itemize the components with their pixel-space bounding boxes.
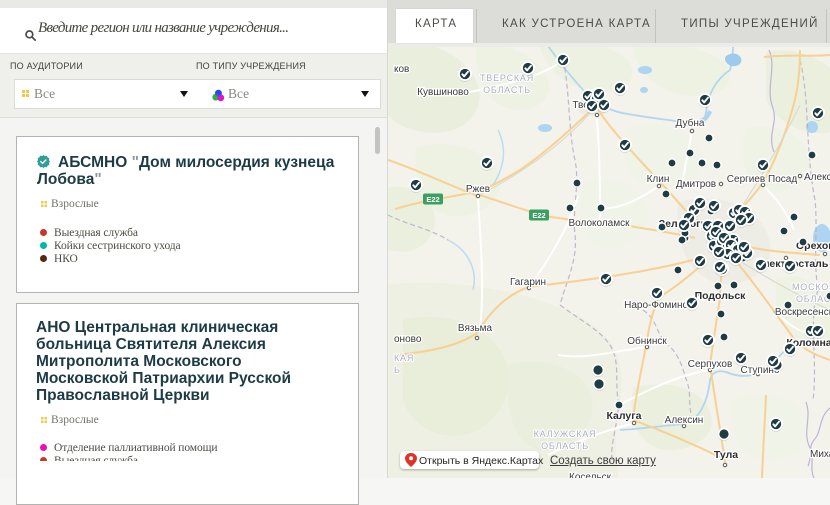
svg-text:Подольск: Подольск [695, 290, 747, 302]
svg-text:Ржев: Ржев [466, 184, 490, 195]
svg-text:Дмитров: Дмитров [676, 179, 716, 190]
svg-text:ОБЛАСТЬ: ОБЛАСТЬ [796, 294, 830, 304]
svg-text:Вязьма: Вязьма [458, 323, 493, 334]
svg-text:Сергиев Посад: Сергиев Посад [727, 174, 798, 185]
svg-text:Алексин: Алексин [665, 415, 704, 426]
svg-text:оново: оново [394, 334, 422, 345]
svg-text:КАЛУЖСКАЯ: КАЛУЖСКАЯ [534, 429, 597, 439]
svg-text:МОСКОВСКАЯ: МОСКОВСКАЯ [792, 282, 830, 292]
svg-text:Ь: Ь [394, 365, 401, 375]
svg-text:Серпухов: Серпухов [688, 359, 733, 370]
svg-text:Косельск: Косельск [569, 472, 612, 478]
svg-text:Калуга: Калуга [607, 410, 642, 422]
svg-text:Наро-Фоминск: Наро-Фоминск [624, 300, 692, 311]
svg-text:Обнинск: Обнинск [627, 335, 667, 347]
svg-text:E22: E22 [426, 195, 439, 204]
svg-text:ков: ков [394, 64, 409, 75]
svg-text:Кувшиново: Кувшиново [417, 87, 469, 98]
svg-text:Волоколамск: Волоколамск [569, 218, 631, 229]
svg-text:Дубна: Дубна [676, 117, 705, 129]
svg-text:Гагарин: Гагарин [510, 277, 546, 288]
svg-text:ОБЛАСТЬ: ОБЛАСТЬ [541, 441, 589, 451]
svg-text:КАЯ: КАЯ [394, 353, 414, 363]
svg-text:Михайлов: Михайлов [810, 449, 830, 460]
svg-text:Клин: Клин [647, 174, 670, 185]
svg-text:E22: E22 [532, 211, 545, 220]
svg-text:Тула: Тула [714, 449, 738, 461]
svg-text:Воскресенск: Воскресенск [775, 307, 830, 318]
svg-text:Алексан: Алексан [804, 172, 830, 183]
svg-text:ОБЛАСТЬ: ОБЛАСТЬ [483, 85, 531, 95]
